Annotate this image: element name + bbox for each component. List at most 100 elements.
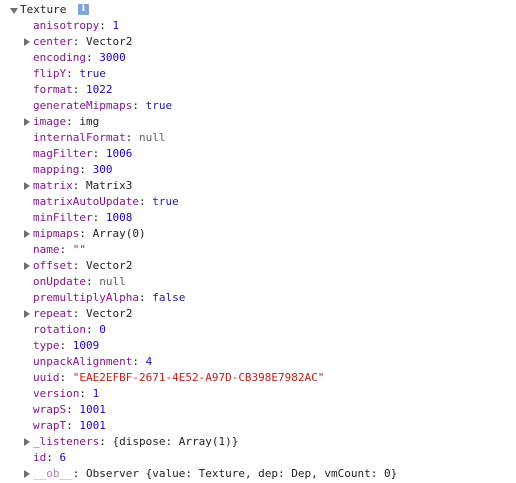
property-key: center [33, 35, 73, 48]
key-value-separator: : [138, 195, 153, 208]
property-value: 1009 [72, 339, 100, 352]
property-key: image [33, 115, 67, 128]
property-key: uuid [33, 371, 60, 384]
property-value: 4 [145, 355, 153, 368]
property-row-offset[interactable]: offset: Vector2 [0, 258, 516, 274]
property-key: rotation [33, 323, 86, 336]
property-key: magFilter [33, 147, 93, 160]
expand-triangle-icon[interactable] [24, 470, 30, 478]
property-value: img [79, 115, 100, 128]
expand-triangle-icon[interactable] [24, 230, 30, 238]
property-key: _listeners [33, 435, 100, 448]
property-list: anisotropy: 1 center: Vector2 encoding: 30… [0, 18, 516, 482]
property-row-repeat[interactable]: repeat: Vector2 [0, 306, 516, 322]
root-object-label: Texture [20, 3, 67, 16]
expand-triangle-icon[interactable] [24, 438, 30, 446]
property-row-generateMipmaps: generateMipmaps: true [0, 98, 516, 114]
property-row-image[interactable]: image: img [0, 114, 516, 130]
info-icon[interactable]: i [77, 3, 89, 15]
property-value: Vector2 [86, 259, 133, 272]
property-value: 1 [112, 19, 120, 32]
property-row-onUpdate: onUpdate: null [0, 274, 516, 290]
property-row-magFilter: magFilter: 1006 [0, 146, 516, 162]
texture-root-row[interactable]: Texture i [0, 2, 516, 18]
key-value-separator: : [92, 211, 106, 224]
property-row-listeners[interactable]: _listeners: {dispose: Array(1)} [0, 434, 516, 450]
key-value-separator: : [85, 275, 100, 288]
key-value-separator: : [59, 339, 73, 352]
expand-triangle-icon[interactable] [24, 182, 30, 190]
property-value: {dispose: Array(1)} [112, 435, 239, 448]
property-key: onUpdate [33, 275, 86, 288]
property-row-wrapT: wrapT: 1001 [0, 418, 516, 434]
property-value: Matrix3 [86, 179, 133, 192]
property-key: version [33, 387, 80, 400]
property-value: true [145, 99, 173, 112]
key-value-separator: : [66, 115, 80, 128]
key-value-separator: : [66, 419, 80, 432]
key-value-separator: : [85, 51, 100, 64]
key-value-separator: : [66, 67, 80, 80]
property-value: 3000 [99, 51, 126, 64]
key-value-separator: : [79, 163, 93, 176]
property-row-rotation: rotation: 0 [0, 322, 516, 338]
property-row-mapping: mapping: 300 [0, 162, 516, 178]
property-key: wrapS [33, 403, 67, 416]
property-value: "EAE2EFBF-2671-4E52-A97D-CB398E7982AC" [72, 371, 325, 384]
property-row-flipY: flipY: true [0, 66, 516, 82]
key-value-separator: : [99, 19, 113, 32]
property-row-uuid: uuid: "EAE2EFBF-2671-4E52-A97D-CB398E798… [0, 370, 516, 386]
property-key: type [33, 339, 60, 352]
key-value-separator: : [59, 371, 73, 384]
property-value: false [152, 291, 186, 304]
property-row-name: name: "" [0, 242, 516, 258]
key-value-separator: : [72, 179, 86, 192]
key-value-separator: : [99, 435, 113, 448]
property-row-internalFormat: internalFormat: null [0, 130, 516, 146]
property-key: repeat [33, 307, 73, 320]
property-key: anisotropy [33, 19, 100, 32]
key-value-separator: : [125, 131, 139, 144]
expand-triangle-icon[interactable] [24, 310, 30, 318]
property-row-unpackAlignment: unpackAlignment: 4 [0, 354, 516, 370]
property-value: null [138, 131, 166, 144]
key-value-separator: : [46, 451, 60, 464]
property-row-matrix[interactable]: matrix: Matrix3 [0, 178, 516, 194]
property-key: wrapT [33, 419, 67, 432]
key-value-separator: : [72, 35, 86, 48]
property-row-ob[interactable]: __ob__: Observer {value: Texture, dep: D… [0, 466, 516, 482]
object-inspector: Texture i anisotropy: 1 center: Vector2 en… [0, 2, 516, 482]
property-key: mipmaps [33, 227, 80, 240]
property-key: __ob__ [33, 467, 73, 480]
property-key: generateMipmaps [33, 99, 133, 112]
property-row-minFilter: minFilter: 1008 [0, 210, 516, 226]
property-key: matrix [33, 179, 73, 192]
property-value: 1008 [105, 211, 133, 224]
expand-triangle-icon[interactable] [24, 262, 30, 270]
property-key: id [33, 451, 47, 464]
key-value-separator: : [72, 83, 86, 96]
property-row-anisotropy: anisotropy: 1 [0, 18, 516, 34]
key-value-separator: : [72, 259, 86, 272]
key-value-separator: : [85, 323, 100, 336]
property-value: 1 [92, 387, 100, 400]
key-value-separator: : [59, 243, 73, 256]
property-key: offset [33, 259, 73, 272]
property-key: matrixAutoUpdate [33, 195, 139, 208]
property-value: Observer {value: Texture, dep: Dep, vmCo… [86, 467, 398, 480]
property-value: 300 [92, 163, 113, 176]
property-row-center[interactable]: center: Vector2 [0, 34, 516, 50]
property-row-premultiplyAlpha: premultiplyAlpha: false [0, 290, 516, 306]
property-value: true [152, 195, 179, 208]
property-value: 6 [59, 451, 67, 464]
property-row-id: id: 6 [0, 450, 516, 466]
property-key: format [33, 83, 73, 96]
expand-triangle-open-icon[interactable] [10, 8, 18, 14]
property-row-format: format: 1022 [0, 82, 516, 98]
property-value: "" [72, 243, 86, 256]
property-row-mipmaps[interactable]: mipmaps: Array(0) [0, 226, 516, 242]
expand-triangle-icon[interactable] [24, 38, 30, 46]
property-key: name [33, 243, 60, 256]
expand-triangle-icon[interactable] [24, 118, 30, 126]
property-key: minFilter [33, 211, 93, 224]
